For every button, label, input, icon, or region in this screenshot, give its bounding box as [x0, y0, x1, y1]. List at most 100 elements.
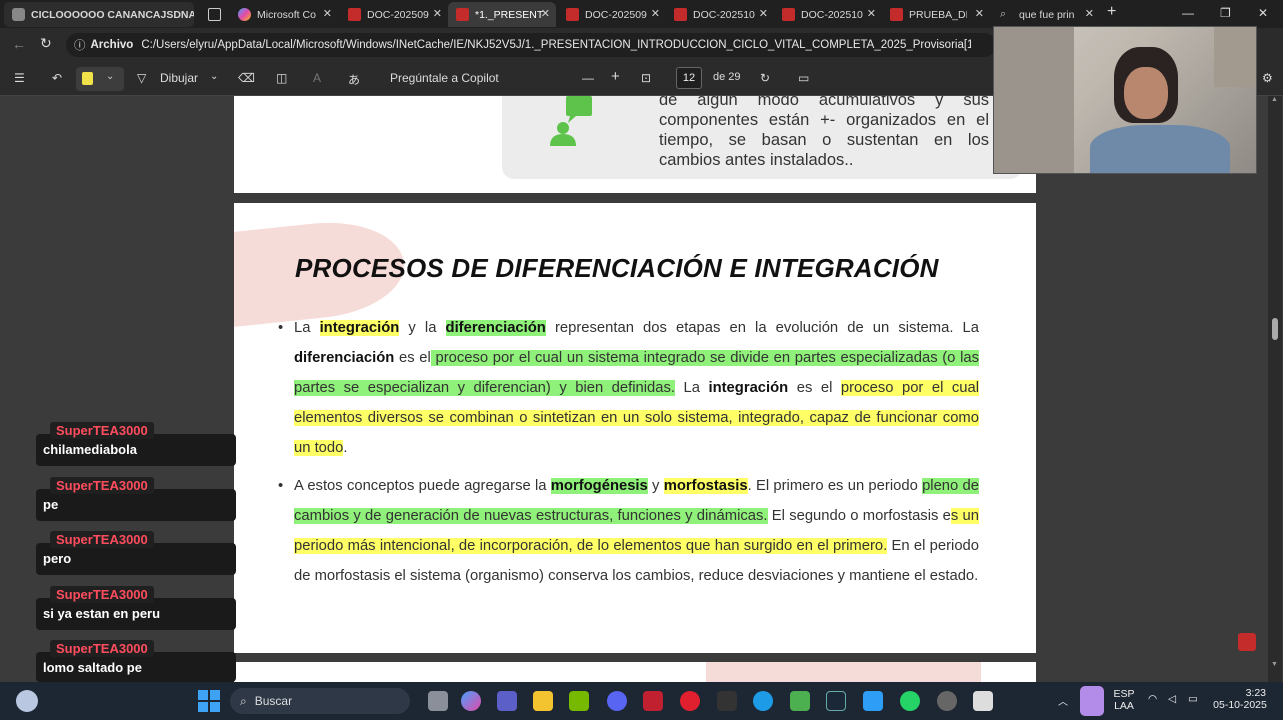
steam-icon[interactable]	[826, 691, 846, 711]
contents-icon[interactable]: ☰	[14, 71, 25, 85]
windows-taskbar: ⌕ Buscar ︿ ESP LAA ◠ ◁ ▭ 3:23 05-10-2025	[0, 682, 1283, 720]
chevron-down-icon[interactable]: ⌄	[210, 71, 218, 82]
tab-actions-icon[interactable]	[200, 2, 226, 27]
page-view-icon[interactable]: ▭	[798, 71, 809, 85]
maximize-icon[interactable]: ❐	[1220, 6, 1231, 20]
pdf-viewer[interactable]: de algún modo acumulativos y sus compone…	[0, 96, 1283, 682]
eraser-icon[interactable]: ⌫	[238, 71, 255, 85]
chat-text: lomo saltado pe	[43, 660, 142, 675]
clock[interactable]: 3:23 05-10-2025	[1210, 687, 1270, 711]
fit-page-icon[interactable]: ⊡	[641, 71, 651, 85]
page-number-input[interactable]: 12	[676, 67, 702, 89]
previous-slide-text: de algún modo acumulativos y sus compone…	[659, 96, 989, 169]
copilot-icon[interactable]	[461, 691, 481, 711]
scrollbar-thumb[interactable]	[1272, 318, 1278, 340]
pdf-icon	[348, 8, 361, 21]
tab-3-active[interactable]: *1._PRESENT ✕	[448, 2, 556, 27]
discord-icon[interactable]	[607, 691, 627, 711]
close-icon[interactable]: ✕	[759, 7, 768, 20]
whatsapp-icon[interactable]	[900, 691, 920, 711]
scroll-up-icon[interactable]: ▲	[1271, 96, 1278, 103]
acrobat-icon[interactable]	[1238, 633, 1256, 651]
tab-2[interactable]: DOC-202509 ✕	[340, 2, 448, 27]
start-icon[interactable]	[198, 690, 220, 712]
person-speech-icon	[550, 96, 592, 146]
minimize-icon[interactable]: —	[1182, 6, 1194, 20]
close-icon[interactable]: ✕	[541, 7, 550, 20]
new-tab-icon[interactable]: +	[1107, 3, 1116, 21]
teams-icon[interactable]	[497, 691, 517, 711]
chat-username: SuperTEA3000	[50, 640, 154, 657]
address-field[interactable]: ⓘ Archivo C:/Users/elyru/AppData/Local/M…	[66, 33, 996, 57]
notepad-icon[interactable]	[863, 691, 883, 711]
highlight-tool[interactable]: ⌄	[76, 67, 124, 91]
chat-text: chilamediabola	[43, 442, 137, 457]
close-icon[interactable]: ✕	[323, 7, 332, 20]
highlighter-icon	[82, 72, 93, 85]
bullet-integration-differentiation: • La integración y la diferenciación rep…	[278, 320, 980, 456]
media-player-icon[interactable]	[680, 691, 700, 711]
nvidia-icon[interactable]	[569, 691, 589, 711]
epic-games-icon[interactable]	[717, 691, 737, 711]
close-icon[interactable]: ✕	[651, 7, 660, 20]
pdf-icon	[566, 8, 579, 21]
rotate-icon[interactable]: ↻	[760, 71, 770, 85]
undo-icon[interactable]: ↶	[52, 71, 62, 85]
close-window-icon[interactable]: ✕	[1258, 6, 1268, 20]
translate-icon[interactable]: あ	[348, 71, 360, 88]
edge-icon[interactable]	[753, 691, 773, 711]
search-icon: ⌕	[1000, 8, 1007, 20]
tab-7[interactable]: PRUEBA_DE ✕	[882, 2, 990, 27]
settings-icon[interactable]: ⚙	[1262, 71, 1273, 85]
tab-label: DOC-202510	[801, 8, 863, 21]
tab-label: *1._PRESENT	[475, 8, 544, 21]
file-explorer-icon[interactable]	[533, 691, 553, 711]
snipping-tool-icon[interactable]	[973, 691, 993, 711]
battery-icon[interactable]: ▭	[1188, 693, 1198, 705]
weather-icon[interactable]	[16, 690, 38, 712]
tab-8[interactable]: ⌕ que fue prin ✕	[992, 2, 1100, 27]
chat-username: SuperTEA3000	[50, 422, 154, 439]
copilot-ask-label[interactable]: Pregúntale a Copilot	[390, 71, 499, 85]
minecraft-icon[interactable]	[790, 691, 810, 711]
vertical-scrollbar[interactable]: ▲ ▼	[1268, 96, 1282, 682]
draw-label[interactable]: Dibujar	[160, 71, 198, 85]
person-face	[1124, 67, 1168, 119]
back-arrow-icon[interactable]: ←	[12, 36, 26, 52]
language-indicator[interactable]: ESP LAA	[1110, 688, 1138, 712]
tab-label: PRUEBA_DE	[909, 8, 967, 21]
valorant-icon[interactable]	[643, 691, 663, 711]
chat-message: SuperTEA3000 si ya estan en peru	[36, 586, 236, 630]
close-icon[interactable]: ✕	[867, 7, 876, 20]
tab-6[interactable]: DOC-202510 ✕	[774, 2, 882, 27]
tab-5[interactable]: DOC-202510 ✕	[666, 2, 774, 27]
volume-icon[interactable]: ◁	[1168, 693, 1176, 705]
read-aloud-icon[interactable]: A	[313, 71, 321, 85]
chevron-up-icon[interactable]: ︿	[1058, 693, 1068, 708]
tab-label: DOC-202510	[693, 8, 755, 21]
zoom-in-icon[interactable]: +	[611, 68, 620, 85]
microphone-icon[interactable]	[1080, 686, 1104, 716]
close-icon[interactable]: ✕	[975, 7, 984, 20]
scroll-down-icon[interactable]: ▼	[1271, 661, 1278, 668]
taskbar-search[interactable]: ⌕ Buscar	[230, 688, 410, 714]
close-icon[interactable]: ✕	[1085, 7, 1094, 20]
person-shirt	[1090, 125, 1230, 173]
refresh-icon[interactable]: ↻	[40, 35, 52, 52]
tab-workspace[interactable]: CICLOOOOOO CANANCAJSDNA	[4, 2, 194, 27]
task-view-icon[interactable]	[428, 691, 448, 711]
bullet-morphogenesis: • A estos conceptos puede agregarse la m…	[278, 478, 980, 584]
chat-username: SuperTEA3000	[50, 586, 154, 603]
wifi-icon[interactable]: ◠	[1148, 693, 1157, 705]
webcam-overlay	[993, 26, 1257, 174]
view-icon[interactable]: ◫	[276, 71, 287, 85]
settings-icon[interactable]	[937, 691, 957, 711]
tab-1[interactable]: Microsoft Co ✕	[230, 2, 338, 27]
search-icon: ⌕	[240, 693, 247, 708]
previous-page: de algún modo acumulativos y sus compone…	[234, 96, 1036, 193]
zoom-out-icon[interactable]: —	[582, 71, 594, 85]
close-icon[interactable]: ✕	[433, 7, 442, 20]
draw-icon[interactable]: ▽	[137, 71, 146, 85]
tab-4[interactable]: DOC-202509 ✕	[558, 2, 666, 27]
tab-label: que fue prin	[1019, 8, 1075, 21]
